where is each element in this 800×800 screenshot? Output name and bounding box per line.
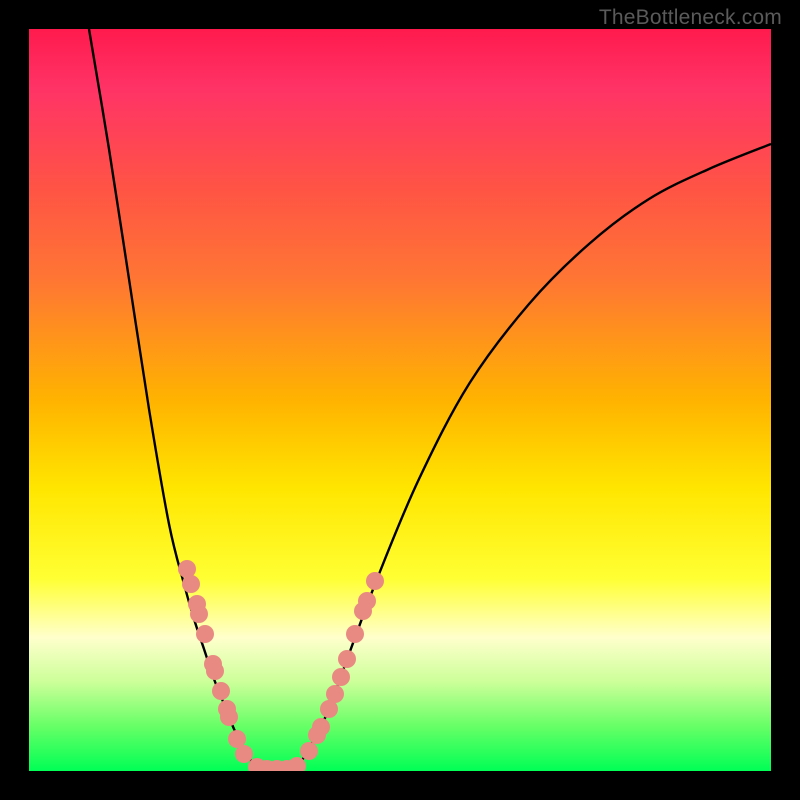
data-marker (326, 685, 344, 703)
data-marker (320, 700, 338, 718)
data-marker (228, 730, 246, 748)
data-marker (206, 662, 224, 680)
plot-area (29, 29, 771, 771)
data-marker (248, 758, 266, 771)
data-marker (220, 708, 238, 726)
data-marker (190, 605, 208, 623)
data-marker (235, 745, 253, 763)
data-marker (354, 602, 372, 620)
data-marker (278, 760, 296, 771)
data-marker (196, 625, 214, 643)
data-marker (288, 757, 306, 771)
data-marker (332, 668, 350, 686)
data-marker (212, 682, 230, 700)
data-marker (178, 560, 196, 578)
data-marker (338, 650, 356, 668)
data-marker (366, 572, 384, 590)
data-marker (300, 742, 318, 760)
data-marker (308, 726, 326, 744)
data-marker (188, 595, 206, 613)
data-marker (204, 655, 222, 673)
watermark-text: TheBottleneck.com (599, 6, 782, 30)
data-marker (346, 625, 364, 643)
bottleneck-curve (89, 29, 771, 770)
marker-group (178, 560, 384, 771)
data-marker (268, 760, 286, 771)
curve-svg (29, 29, 771, 771)
data-marker (312, 718, 330, 736)
chart-frame: TheBottleneck.com (0, 0, 800, 800)
data-marker (258, 760, 276, 771)
data-marker (358, 592, 376, 610)
data-marker (218, 700, 236, 718)
data-marker (182, 575, 200, 593)
